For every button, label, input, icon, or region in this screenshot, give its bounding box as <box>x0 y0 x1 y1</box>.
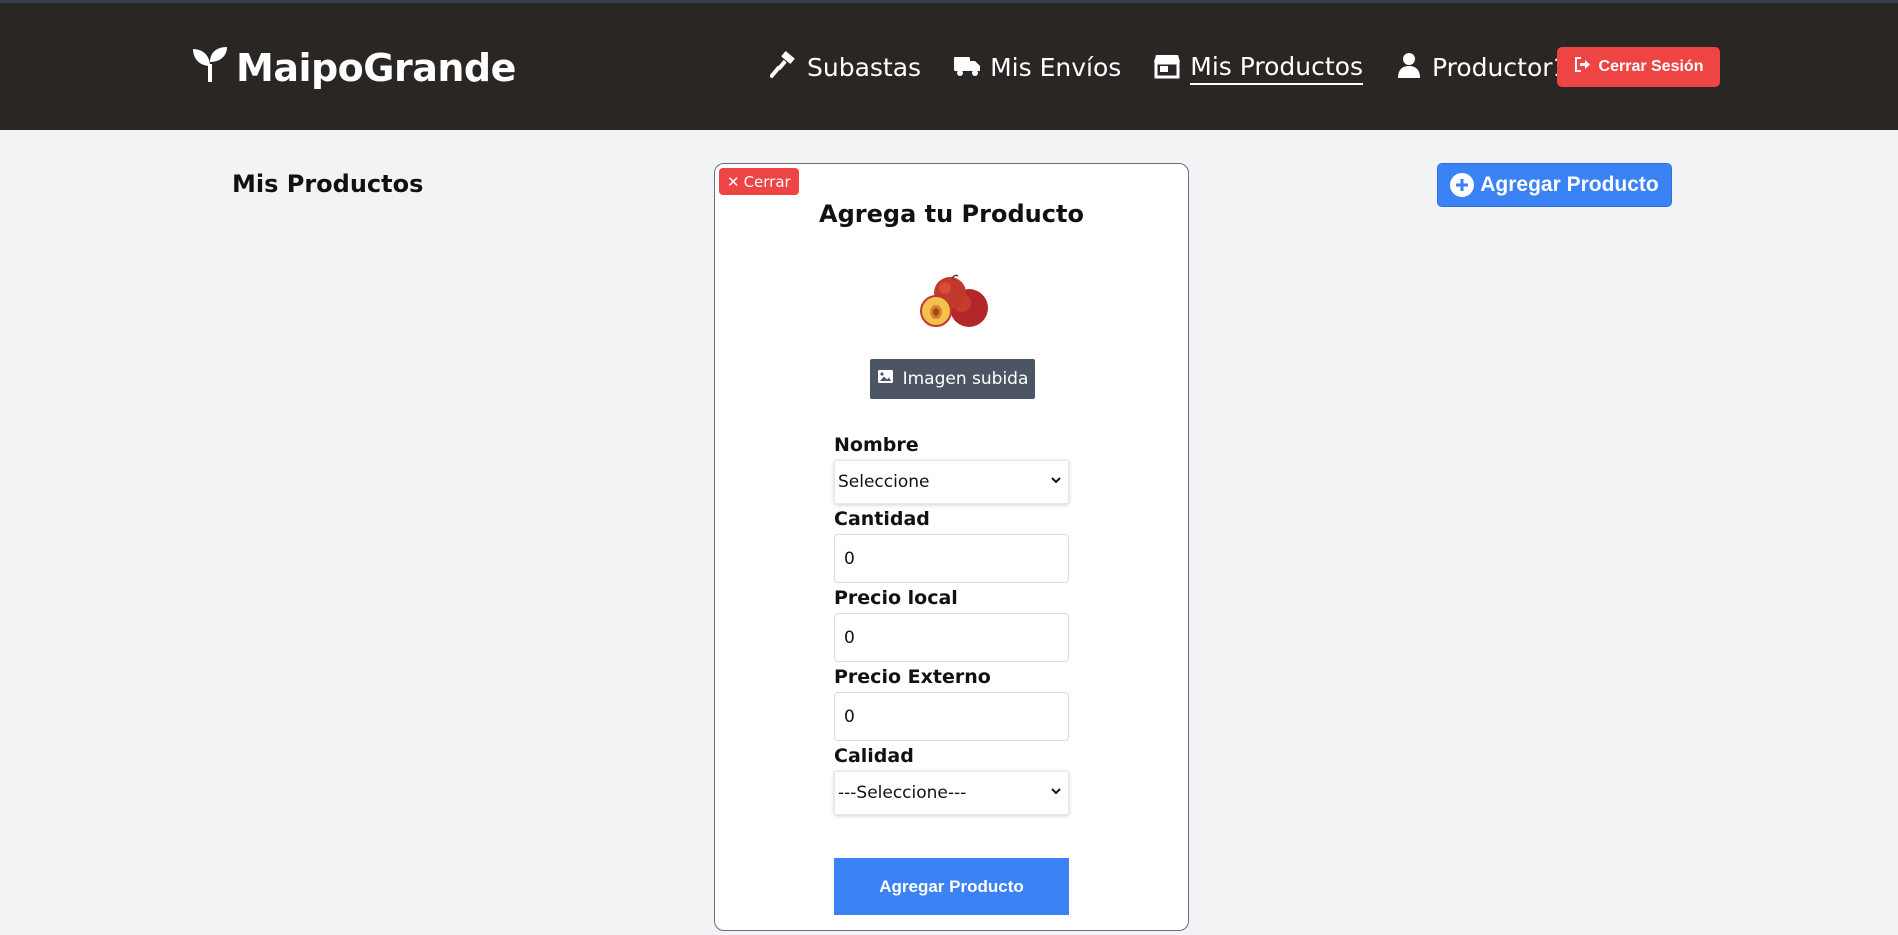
sign-out-icon <box>1574 56 1591 78</box>
submit-product-button[interactable]: Agregar Producto <box>834 858 1069 915</box>
add-product-label: Agregar Producto <box>1480 173 1659 196</box>
seedling-icon <box>190 44 230 93</box>
chevron-down-icon <box>1049 472 1063 492</box>
calidad-select[interactable]: ---Seleccione--- <box>834 771 1069 815</box>
page-title: Mis Productos <box>232 170 424 198</box>
close-icon: ✕ <box>727 172 740 191</box>
nombre-label: Nombre <box>834 434 919 456</box>
gavel-icon <box>769 51 798 85</box>
cantidad-input[interactable]: 0 <box>834 534 1069 583</box>
nav-productor1[interactable]: Productor1 <box>1395 51 1568 85</box>
nav-subastas-label: Subastas <box>807 52 922 82</box>
chevron-down-icon <box>1049 783 1063 803</box>
add-product-button[interactable]: Agregar Producto <box>1437 163 1672 207</box>
truck-icon <box>953 51 981 85</box>
nav-productor1-label: Productor1 <box>1432 52 1569 82</box>
precio-externo-label: Precio Externo <box>834 666 991 688</box>
nav-mis-productos[interactable]: Mis Productos <box>1153 51 1364 85</box>
calidad-label: Calidad <box>834 745 914 767</box>
modal-title: Agrega tu Producto <box>819 200 1084 228</box>
upload-image-button[interactable]: Imagen subida <box>870 359 1035 399</box>
nav-mis-envios[interactable]: Mis Envíos <box>953 51 1121 85</box>
upload-label: Imagen subida <box>902 369 1029 389</box>
calidad-value: ---Seleccione--- <box>838 783 967 803</box>
precio-externo-input[interactable]: 0 <box>834 692 1069 741</box>
store-icon <box>1153 51 1181 85</box>
precio-local-input[interactable]: 0 <box>834 613 1069 662</box>
brand-logo[interactable]: MaipoGrande <box>190 43 516 93</box>
nombre-value: Seleccione <box>838 472 930 492</box>
close-label: Cerrar <box>743 172 791 191</box>
precio-local-label: Precio local <box>834 587 958 609</box>
nav-mis-productos-label: Mis Productos <box>1190 52 1364 85</box>
navbar: MaipoGrande Subastas Mis Envíos Mis Prod… <box>0 3 1898 130</box>
user-icon <box>1395 51 1423 85</box>
peach-image <box>914 271 994 331</box>
product-form: Nombre Seleccione Cantidad 0 Precio loca… <box>834 434 1069 819</box>
main-nav: Subastas Mis Envíos Mis Productos Produc… <box>769 51 1600 85</box>
cantidad-label: Cantidad <box>834 508 930 530</box>
logout-label: Cerrar Sesión <box>1598 58 1704 75</box>
plus-circle-icon <box>1450 173 1475 197</box>
image-icon <box>877 368 894 390</box>
nombre-select[interactable]: Seleccione <box>834 460 1069 504</box>
add-product-modal: ✕ Cerrar Agrega tu Producto Imagen subid… <box>714 163 1189 931</box>
brand-name: MaipoGrande <box>236 46 516 90</box>
logout-button[interactable]: Cerrar Sesión <box>1557 47 1720 87</box>
close-modal-button[interactable]: ✕ Cerrar <box>719 168 799 195</box>
nav-subastas[interactable]: Subastas <box>769 51 922 85</box>
nav-mis-envios-label: Mis Envíos <box>990 52 1122 82</box>
